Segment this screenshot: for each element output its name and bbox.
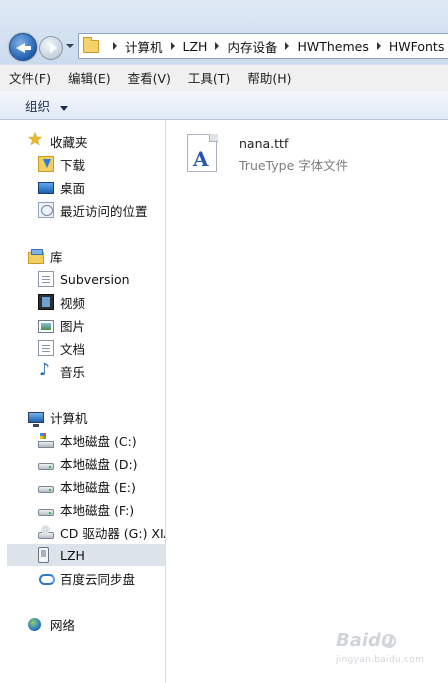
address-bar[interactable]: 计算机 LZH 内存设备 HWThemes HWFonts — [78, 33, 448, 59]
drive-icon — [38, 486, 54, 493]
menu-edit[interactable]: 编辑(E) — [68, 68, 111, 87]
nav-libraries[interactable]: 库 — [28, 245, 63, 267]
paw-icon — [382, 634, 396, 648]
file-item[interactable]: A nana.ttf TrueType 字体文件 — [185, 134, 385, 180]
menu-help[interactable]: 帮助(H) — [247, 68, 291, 87]
drive-icon — [38, 463, 54, 470]
nav-item-lzh[interactable]: LZH — [7, 544, 165, 566]
nav-label: CD 驱动器 (G:) XIA — [60, 525, 166, 541]
watermark-url: jingyan.baidu.com — [336, 655, 425, 665]
command-bar: 组织 — [0, 90, 448, 120]
nav-label: 本地磁盘 (E:) — [60, 479, 136, 495]
breadcrumb-separator-icon[interactable] — [170, 42, 175, 50]
nav-network[interactable]: 网络 — [28, 613, 75, 635]
nav-label: 计算机 — [50, 410, 88, 426]
computer-icon — [28, 412, 44, 427]
nav-item-subversion[interactable]: Subversion — [38, 268, 130, 290]
nav-label: 桌面 — [60, 180, 86, 196]
nav-item-recent-places[interactable]: 最近访问的位置 — [38, 199, 148, 221]
music-icon — [38, 360, 54, 380]
nav-label: 本地磁盘 (F:) — [60, 502, 135, 518]
back-button[interactable] — [9, 33, 37, 61]
download-folder-icon — [38, 156, 54, 172]
forward-button[interactable] — [39, 36, 63, 60]
nav-item-pictures[interactable]: 图片 — [38, 314, 85, 336]
document-icon — [38, 271, 54, 287]
nav-label: 音乐 — [60, 364, 86, 380]
nav-label: 本地磁盘 (C:) — [60, 433, 137, 449]
nav-label: 图片 — [60, 318, 86, 334]
navigation-pane[interactable]: 收藏夹 下载 桌面 最近访问的位置 库 Subversion 视频 图片 文档 … — [0, 120, 166, 683]
nav-label: 视频 — [60, 295, 86, 311]
nav-label: 最近访问的位置 — [60, 203, 148, 219]
nav-label: 百度云同步盘 — [60, 571, 136, 587]
breadcrumb-separator-icon[interactable] — [376, 42, 381, 50]
menu-file[interactable]: 文件(F) — [9, 68, 51, 87]
nav-computer[interactable]: 计算机 — [28, 406, 88, 428]
nav-label: 本地磁盘 (D:) — [60, 456, 138, 472]
breadcrumb-separator-icon[interactable] — [215, 42, 220, 50]
file-type: TrueType 字体文件 — [239, 158, 349, 173]
breadcrumb-item[interactable]: LZH — [183, 39, 208, 54]
phone-device-icon — [38, 547, 49, 563]
document-icon — [38, 340, 54, 356]
nav-item-music[interactable]: 音乐 — [38, 360, 85, 382]
nav-item-drive-e[interactable]: 本地磁盘 (E:) — [38, 475, 136, 497]
nav-item-desktop[interactable]: 桌面 — [38, 176, 85, 198]
nav-item-cd-drive[interactable]: CD 驱动器 (G:) XIA — [38, 521, 166, 543]
nav-item-drive-d[interactable]: 本地磁盘 (D:) — [38, 452, 138, 474]
nav-item-documents[interactable]: 文档 — [38, 337, 85, 359]
nav-label: Subversion — [60, 271, 130, 287]
organize-label: 组织 — [25, 98, 51, 114]
nav-label: 下载 — [60, 157, 86, 173]
menu-bar: 文件(F) 编辑(E) 查看(V) 工具(T) 帮助(H) — [0, 64, 448, 90]
folder-icon — [83, 36, 99, 53]
menu-tools[interactable]: 工具(T) — [188, 68, 230, 87]
nav-label: 网络 — [50, 617, 76, 633]
nav-label: 库 — [50, 249, 63, 265]
recent-pages-dropdown-icon[interactable] — [66, 44, 74, 48]
drive-icon — [38, 509, 54, 516]
windows-drive-icon — [38, 432, 54, 448]
breadcrumb-item[interactable]: 计算机 — [125, 37, 163, 56]
library-icon — [28, 248, 44, 264]
baidu-watermark: Baidu jingyan.baidu.com — [336, 630, 448, 683]
nav-item-downloads[interactable]: 下载 — [38, 153, 85, 175]
network-icon — [28, 617, 41, 631]
nav-label: LZH — [60, 547, 85, 563]
picture-icon — [38, 319, 54, 333]
cd-drive-icon — [38, 525, 54, 539]
chevron-down-icon — [59, 105, 68, 111]
star-icon — [27, 129, 44, 150]
page-corner — [209, 134, 218, 142]
breadcrumb-separator-icon[interactable] — [113, 42, 117, 50]
video-icon — [38, 294, 54, 310]
nav-item-drive-c[interactable]: 本地磁盘 (C:) — [38, 429, 137, 451]
address-bar-area: 计算机 LZH 内存设备 HWThemes HWFonts — [0, 0, 448, 64]
nav-item-drive-f[interactable]: 本地磁盘 (F:) — [38, 498, 134, 520]
nav-label: 文档 — [60, 341, 86, 357]
nav-item-baidu-cloud[interactable]: 百度云同步盘 — [38, 567, 135, 589]
file-name: nana.ttf — [239, 136, 289, 151]
nav-favorites[interactable]: 收藏夹 — [27, 129, 88, 152]
organize-button[interactable]: 组织 — [25, 96, 68, 115]
cloud-sync-icon — [38, 570, 55, 586]
menu-view[interactable]: 查看(V) — [128, 68, 171, 87]
file-list[interactable]: A nana.ttf TrueType 字体文件 — [167, 120, 448, 683]
breadcrumb-item[interactable]: HWThemes — [297, 39, 368, 54]
breadcrumb-item[interactable]: 内存设备 — [227, 37, 277, 56]
recent-places-icon — [38, 202, 54, 218]
nav-item-videos[interactable]: 视频 — [38, 291, 85, 313]
desktop-icon — [38, 182, 54, 194]
font-glyph: A — [193, 147, 209, 171]
breadcrumb-item[interactable]: HWFonts — [389, 39, 445, 54]
breadcrumb-separator-icon[interactable] — [285, 42, 290, 50]
nav-label: 收藏夹 — [50, 134, 88, 150]
